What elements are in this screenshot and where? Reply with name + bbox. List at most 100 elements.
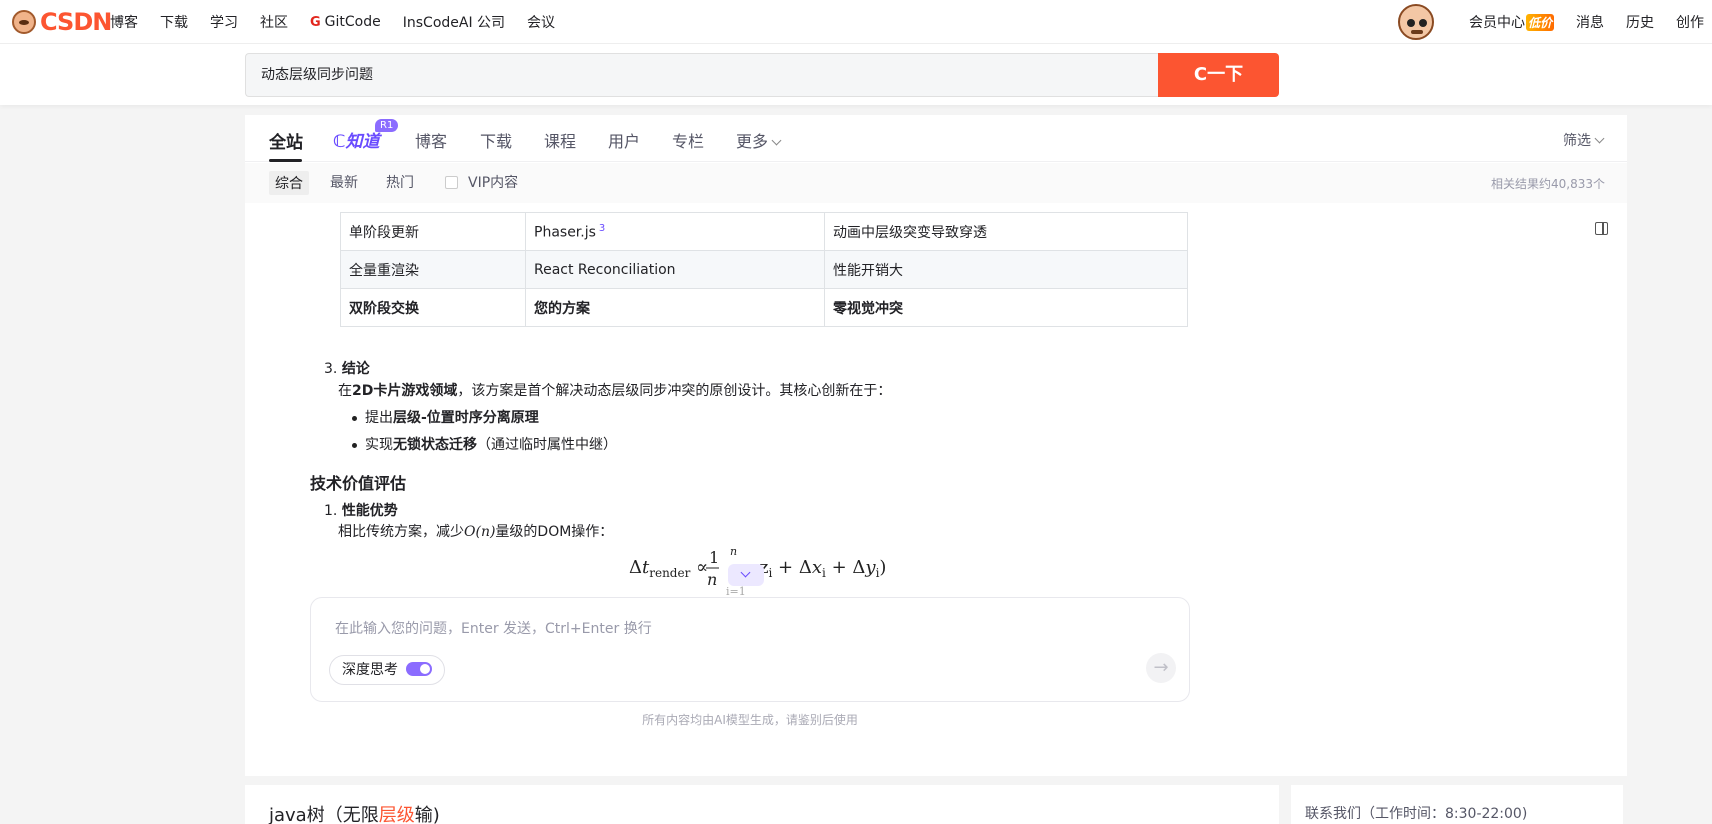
top-navbar: CSDN 博客 下载 学习 社区 G GitCode InsCodeAI 公司 会… [0, 0, 1712, 44]
list-number: 1. [324, 503, 338, 519]
nav-meeting[interactable]: 会议 [527, 12, 555, 32]
nav-inscode[interactable]: InsCodeAI 公司 [403, 12, 505, 32]
text: 在 [338, 383, 352, 399]
tab-zhidao[interactable]: ℂ知道 [333, 127, 379, 152]
formula-svg: Δtrender ∝ 1 n n zi + Δxi + Δyi) i=1 [629, 545, 886, 598]
comparison-table: 单阶段更新 Phaser.js 3 动画中层级突变导致穿透 全量重渲染 React… [340, 212, 1188, 327]
gitcode-icon: G [310, 14, 321, 30]
table-cell: 动画中层级突变导致穿透 [824, 212, 1188, 251]
list-number: 3. [324, 361, 338, 377]
main-nav: 博客 下载 学习 社区 G GitCode InsCodeAI 公司 会议 [110, 0, 577, 44]
nav-gitcode-label: GitCode [324, 14, 381, 30]
table-cell: 性能开销大 [824, 250, 1188, 289]
active-tab-indicator [269, 159, 302, 162]
logo-wordmark: CSDN [40, 8, 112, 36]
text: 提出 [365, 410, 393, 426]
list-item-title: 结论 [341, 361, 370, 377]
toggle-switch-icon [406, 662, 432, 676]
table-cell-text: Phaser.js [534, 224, 596, 241]
send-arrow-icon[interactable]: → [1146, 653, 1176, 683]
text: 输) [414, 805, 440, 824]
filter-button[interactable]: 筛选 [1563, 130, 1605, 150]
list-item-title: 性能优势 [341, 503, 398, 519]
tab-blog[interactable]: 博客 [415, 128, 447, 152]
deep-think-label: 深度思考 [342, 662, 398, 678]
list-item: 3. 结论 [324, 358, 370, 380]
table-row: 全量重渲染 React Reconciliation 性能开销大 [340, 250, 1188, 289]
vip-price-badge: 低价 [1526, 14, 1555, 31]
search-result-card[interactable]: java树（无限层级输) [245, 785, 1279, 824]
svg-text:n: n [730, 547, 737, 558]
search-input[interactable]: 动态层级同步问题 [245, 53, 1159, 97]
nav-community[interactable]: 社区 [260, 12, 288, 32]
reference-link[interactable]: 3 [599, 223, 605, 234]
nav-download[interactable]: 下载 [160, 12, 188, 32]
monkey-logo-icon [12, 10, 36, 34]
svg-text:n: n [707, 570, 717, 589]
math-formula: Δtrender ∝ 1 n n zi + Δxi + Δyi) i=1 [629, 545, 899, 602]
result-count: 相关结果约40,833个 [1491, 177, 1605, 191]
text-bold: 2D卡片游戏领域 [352, 383, 458, 399]
inline-math: O(n) [464, 524, 496, 540]
text-bold: 无锁状态迁移 [393, 437, 477, 453]
bullet-dot [352, 416, 357, 421]
nav-messages[interactable]: 消息 [1576, 12, 1604, 32]
nav-create[interactable]: 创作 [1676, 12, 1704, 32]
nav-history[interactable]: 历史 [1626, 12, 1654, 32]
question-input[interactable]: 在此输入您的问题，Enter 发送，Ctrl+Enter 换行 [335, 618, 652, 638]
nav-learn[interactable]: 学习 [210, 12, 238, 32]
tab-all[interactable]: 全站 [269, 128, 303, 153]
tab-download[interactable]: 下载 [480, 128, 512, 152]
table-cell: 双阶段交换 [340, 288, 526, 327]
zhidao-label: 知道 [345, 132, 380, 152]
vip-checkbox[interactable] [445, 176, 458, 189]
collapse-panel-icon[interactable] [1595, 222, 1608, 235]
table-cell: 全量重渲染 [340, 250, 526, 289]
text: 相比传统方案，减少 [338, 524, 464, 540]
paragraph: 相比传统方案，减少O(n)量级的DOM操作： [338, 521, 613, 543]
nav-gitcode[interactable]: G GitCode [310, 14, 381, 30]
table-cell: React Reconciliation [525, 250, 825, 289]
text: java树（无限 [269, 805, 379, 824]
chevron-down-icon [771, 135, 782, 146]
result-title[interactable]: java树（无限层级输) [269, 801, 440, 824]
bullet-dot [352, 443, 357, 448]
chevron-down-icon[interactable] [728, 564, 764, 586]
category-tabs: 全站 ℂ知道 R1 博客 下载 课程 用户 专栏 更多 筛选 [245, 115, 1627, 162]
tab-course[interactable]: 课程 [544, 128, 576, 152]
list-item: 1. 性能优势 [324, 500, 398, 522]
table-cell: Phaser.js 3 [525, 212, 825, 251]
csdn-logo[interactable]: CSDN [12, 8, 112, 36]
user-nav: 会员中心 低价 消息 历史 创作 [1469, 0, 1712, 44]
deep-think-toggle[interactable]: 深度思考 [329, 655, 445, 685]
tab-column[interactable]: 专栏 [672, 128, 704, 152]
svg-text:i=1: i=1 [726, 585, 746, 597]
sort-hot[interactable]: 热门 [386, 172, 414, 192]
section-heading: 技术价值评估 [310, 474, 407, 493]
contact-hours: 联系我们（工作时间：8:30-22:00) [1305, 806, 1528, 822]
text: 量级的DOM操作： [495, 524, 614, 540]
tab-user[interactable]: 用户 [608, 128, 640, 152]
vip-filter-label[interactable]: VIP内容 [468, 172, 518, 192]
ai-answer-area: 单阶段更新 Phaser.js 3 动画中层级突变导致穿透 全量重渲染 React… [245, 212, 1627, 776]
sort-general[interactable]: 综合 [269, 171, 309, 195]
table-row: 双阶段交换 您的方案 零视觉冲突 [340, 288, 1188, 327]
svg-text:1: 1 [709, 548, 719, 567]
chevron-down-icon [1594, 133, 1605, 144]
ai-question-box[interactable]: 在此输入您的问题，Enter 发送，Ctrl+Enter 换行 深度思考 → [310, 597, 1190, 702]
tab-more[interactable]: 更多 [736, 128, 782, 152]
filter-label: 筛选 [1563, 133, 1591, 149]
nav-blog[interactable]: 博客 [110, 12, 138, 32]
user-avatar[interactable] [1398, 4, 1434, 40]
nav-vip-center[interactable]: 会员中心 低价 [1469, 12, 1555, 32]
results-panel: 全站 ℂ知道 R1 博客 下载 课程 用户 专栏 更多 筛选 综合 最新 热门 … [245, 115, 1627, 776]
table-cell: 您的方案 [525, 288, 825, 327]
sort-latest[interactable]: 最新 [330, 172, 358, 192]
svg-text:Δtrender ∝: Δtrender ∝ [629, 557, 708, 580]
search-button[interactable]: C一下 [1158, 53, 1279, 97]
sort-tabs: 综合 最新 热门 VIP内容 相关结果约40,833个 [245, 163, 1627, 203]
highlight-text: 层级 [378, 805, 415, 824]
text-bold: 层级-位置时序分离原理 [393, 410, 539, 426]
more-label: 更多 [736, 132, 769, 151]
table-cell: 零视觉冲突 [824, 288, 1188, 327]
